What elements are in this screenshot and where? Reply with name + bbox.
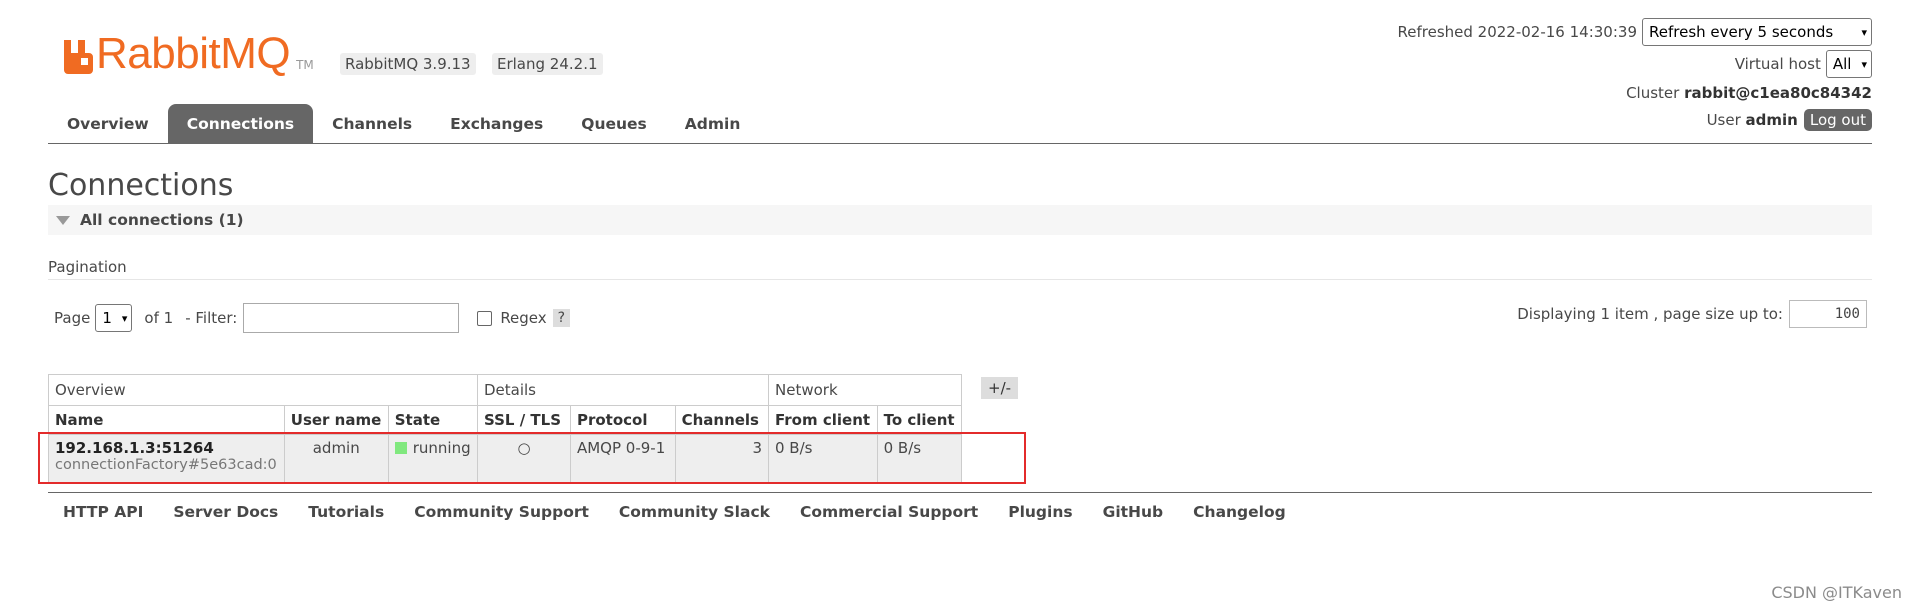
col-channels[interactable]: Channels	[674, 405, 770, 435]
logo-text: RabbitMQ	[96, 29, 291, 78]
page-size-info: Displaying 1 item , page size up to: 100	[1517, 300, 1867, 328]
tab-overview[interactable]: Overview	[48, 104, 168, 144]
collapse-triangle-icon	[56, 215, 70, 225]
logout-button[interactable]: Log out	[1803, 109, 1872, 131]
footer-link-tutorials[interactable]: Tutorials	[308, 503, 384, 521]
vhost-value: All	[1832, 55, 1852, 73]
footer-link-plugins[interactable]: Plugins	[1008, 503, 1072, 521]
footer-link-github[interactable]: GitHub	[1103, 503, 1164, 521]
refreshed-text: Refreshed 2022-02-16 14:30:39	[1397, 23, 1637, 41]
tab-exchanges[interactable]: Exchanges	[431, 104, 562, 144]
tab-channels[interactable]: Channels	[313, 104, 431, 144]
section-title: All connections (1)	[80, 211, 244, 229]
rabbitmq-version: RabbitMQ 3.9.13	[340, 53, 476, 75]
vhost-select[interactable]: All ▾	[1825, 50, 1872, 78]
user-label: User	[1706, 111, 1741, 129]
page-title: Connections	[48, 168, 234, 203]
toggle-columns-button[interactable]: +/-	[981, 377, 1019, 399]
page-size-input[interactable]: 100	[1789, 300, 1867, 328]
page-count: of 1	[144, 309, 174, 327]
displaying-text: Displaying 1 item , page size up to:	[1517, 305, 1783, 323]
footer-link-community-support[interactable]: Community Support	[414, 503, 589, 521]
footer-link-server-docs[interactable]: Server Docs	[173, 503, 278, 521]
erlang-version: Erlang 24.2.1	[492, 53, 603, 75]
filter-input[interactable]	[243, 303, 460, 333]
page-label: Page	[54, 309, 91, 327]
regex-help-button[interactable]: ?	[552, 309, 571, 327]
tab-queues[interactable]: Queues	[562, 104, 666, 144]
pagination-divider	[48, 279, 1872, 280]
col-name[interactable]: Name	[48, 405, 285, 435]
chevron-down-icon: ▾	[121, 311, 128, 325]
cluster-label: Cluster	[1626, 84, 1680, 102]
trademark: TM	[296, 58, 314, 72]
group-overview: Overview	[48, 374, 478, 406]
refresh-interval-value: Refresh every 5 seconds	[1649, 23, 1834, 41]
regex-label: Regex	[500, 309, 547, 327]
pagination-controls: Page 1 ▾ of 1 - Filter: Regex ?	[54, 303, 571, 333]
footer-link-community-slack[interactable]: Community Slack	[619, 503, 770, 521]
status-area: Refreshed 2022-02-16 14:30:39 Refresh ev…	[1398, 18, 1872, 136]
group-details: Details	[477, 374, 769, 406]
page-select[interactable]: 1 ▾	[95, 304, 133, 332]
regex-checkbox[interactable]	[477, 310, 493, 326]
rabbitmq-logo[interactable]: RabbitMQ TM	[62, 29, 314, 78]
watermark: CSDN @ITKaven	[1771, 583, 1902, 602]
col-to-client[interactable]: To client	[876, 405, 963, 435]
col-protocol[interactable]: Protocol	[569, 405, 676, 435]
filter-label: - Filter:	[185, 309, 238, 327]
nav-divider	[48, 143, 1872, 144]
footer-links: HTTP API Server Docs Tutorials Community…	[63, 503, 1316, 521]
refresh-interval-select[interactable]: Refresh every 5 seconds ▾	[1642, 18, 1872, 46]
chevron-down-icon: ▾	[1861, 57, 1867, 71]
col-state[interactable]: State	[387, 405, 479, 435]
footer-link-changelog[interactable]: Changelog	[1193, 503, 1286, 521]
cluster-name: rabbit@c1ea80c84342	[1684, 84, 1872, 102]
highlight-annotation	[38, 432, 1026, 484]
rabbit-icon	[64, 40, 93, 74]
user-name: admin	[1745, 111, 1798, 129]
footer-divider	[48, 492, 1872, 493]
chevron-down-icon: ▾	[1861, 25, 1867, 39]
col-ssl-tls[interactable]: SSL / TLS	[477, 405, 571, 435]
col-from-client[interactable]: From client	[768, 405, 878, 435]
pagination-label: Pagination	[48, 258, 127, 276]
tab-connections[interactable]: Connections	[167, 104, 314, 144]
group-network: Network	[768, 374, 962, 406]
vhost-label: Virtual host	[1734, 55, 1821, 73]
main-nav: Overview Connections Channels Exchanges …	[48, 104, 759, 144]
all-connections-section-toggle[interactable]: All connections (1)	[48, 205, 1872, 235]
footer-link-http-api[interactable]: HTTP API	[63, 503, 143, 521]
tab-admin[interactable]: Admin	[666, 104, 760, 144]
page: RabbitMQ TM RabbitMQ 3.9.13 Erlang 24.2.…	[38, 0, 1872, 614]
col-user-name[interactable]: User name	[283, 405, 389, 435]
footer-link-commercial-support[interactable]: Commercial Support	[800, 503, 978, 521]
page-select-value: 1	[102, 309, 112, 327]
